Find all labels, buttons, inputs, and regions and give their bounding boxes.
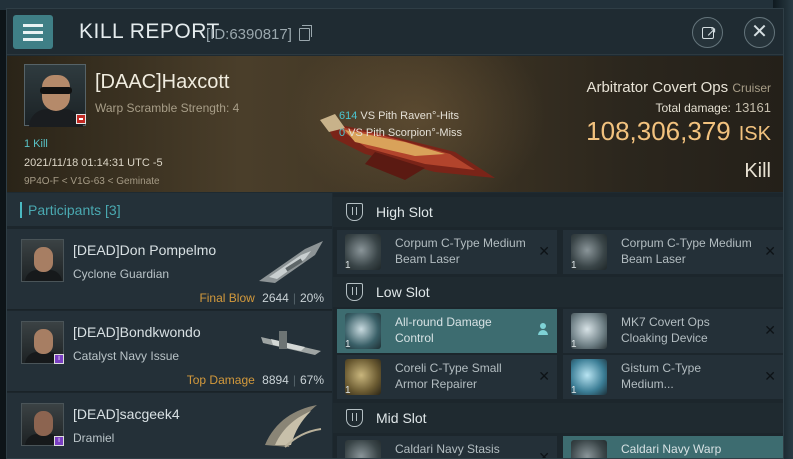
- participant-ship-image: [259, 241, 323, 283]
- participant-ship: Cyclone Guardian: [73, 267, 170, 281]
- warp-scramble-strength: Warp Scramble Strength: 4: [95, 101, 240, 115]
- victim-ship-image: [320, 114, 495, 180]
- window-header: KILL REPORT [ID:6390817] ↗ ✕: [7, 9, 783, 55]
- victim-name[interactable]: [DAAC]Haxcott: [95, 71, 229, 94]
- kill-location: 9P4O-F < V1G-63 < Geminate: [24, 176, 160, 187]
- corp-badge-icon: i: [54, 436, 64, 446]
- corp-badge-icon: i: [54, 354, 64, 364]
- slot-shield-icon: [346, 203, 363, 221]
- isk-value: 108,306,379 ISK: [586, 116, 771, 146]
- close-icon[interactable]: ✕: [538, 243, 550, 260]
- kill-date: 2021/11/18 01:14:31 UTC -5: [24, 157, 163, 169]
- window-title: KILL REPORT: [79, 20, 220, 43]
- participant-ship: Catalyst Navy Issue: [73, 349, 180, 363]
- high-slot-header: High Slot: [333, 197, 783, 227]
- participant-ship-image: [265, 405, 322, 448]
- close-icon[interactable]: ✕: [764, 243, 776, 260]
- total-damage: Total damage: 13161: [655, 100, 771, 115]
- avatar[interactable]: [21, 239, 64, 282]
- person-icon[interactable]: [537, 323, 549, 336]
- module-item[interactable]: 1 Caldari Navy Stasis ✕: [337, 436, 557, 458]
- module-icon: [571, 440, 607, 458]
- participant-name[interactable]: [DEAD]Bondkwondo: [73, 324, 201, 340]
- low-slot-header: Low Slot: [333, 277, 783, 307]
- participants-panel: Participants [3] [DEAD]Don Pompelmo Cycl…: [7, 193, 332, 458]
- participant-row[interactable]: i [DEAD]sacgeek4 Dramiel: [7, 393, 332, 458]
- share-button[interactable]: ↗: [692, 17, 723, 48]
- participant-ship: Dramiel: [73, 431, 115, 445]
- mid-slot-header: Mid Slot: [333, 403, 783, 433]
- close-icon: ✕: [751, 21, 768, 43]
- participants-count: [3]: [105, 202, 121, 218]
- close-icon[interactable]: ✕: [764, 368, 776, 385]
- participants-header: Participants [3]: [7, 193, 332, 226]
- ship-class: Cruiser: [732, 81, 771, 95]
- module-item[interactable]: 1 Caldari Navy Warp: [563, 436, 783, 458]
- participant-stats: Top Damage 8894 | 67%: [186, 373, 324, 387]
- kill-summary-banner: [DAAC]Haxcott Warp Scramble Strength: 4 …: [7, 56, 783, 192]
- module-item[interactable]: 1 Coreli C-Type Small Armor Repairer ✕: [337, 355, 557, 399]
- module-item[interactable]: 1 MK7 Covert Ops Cloaking Device ✕: [563, 309, 783, 353]
- participant-stats: Final Blow 2644 | 20%: [199, 291, 324, 305]
- fitting-panel: High Slot 1 Corpum C-Type Medium Beam La…: [333, 193, 783, 458]
- participant-name[interactable]: [DEAD]Don Pompelmo: [73, 242, 216, 258]
- module-item[interactable]: 1 All-round Damage Control: [337, 309, 557, 353]
- kill-report-window: KILL REPORT [ID:6390817] ↗ ✕ [DAAC]Haxco…: [6, 8, 784, 459]
- participant-name[interactable]: [DEAD]sacgeek4: [73, 406, 180, 422]
- participants-title: Participants: [28, 202, 102, 218]
- module-item[interactable]: 1 Gistum C-Type Medium... ✕: [563, 355, 783, 399]
- miss-summary: 0 VS Pith Scorpion°-Miss: [339, 127, 463, 139]
- hits-summary: 614 VS Pith Raven°-Hits: [339, 110, 459, 122]
- module-item[interactable]: 1 Corpum C-Type Medium Beam Laser ✕: [563, 230, 783, 274]
- close-icon[interactable]: ✕: [538, 368, 550, 385]
- kill-id: [ID:6390817]: [206, 26, 292, 43]
- result-label: Kill: [744, 160, 771, 182]
- module-icon: [345, 440, 381, 458]
- kill-count: 1 Kill: [24, 138, 48, 150]
- copy-icon[interactable]: [299, 25, 312, 41]
- close-icon[interactable]: ✕: [538, 449, 550, 458]
- participant-row[interactable]: i [DEAD]Bondkwondo Catalyst Navy Issue T…: [7, 311, 332, 392]
- module-item[interactable]: 1 Corpum C-Type Medium Beam Laser ✕: [337, 230, 557, 274]
- slot-shield-icon: [346, 409, 363, 427]
- participant-ship-image: [261, 331, 321, 355]
- close-button[interactable]: ✕: [744, 17, 775, 48]
- slot-shield-icon: [346, 283, 363, 301]
- participant-row[interactable]: [DEAD]Don Pompelmo Cyclone Guardian Fina…: [7, 229, 332, 310]
- close-icon[interactable]: ✕: [764, 322, 776, 339]
- hamburger-menu-icon[interactable]: [13, 15, 53, 49]
- victim-ship-name[interactable]: Arbitrator Covert Ops Cruiser: [586, 79, 771, 96]
- hostile-badge-icon: [76, 114, 86, 124]
